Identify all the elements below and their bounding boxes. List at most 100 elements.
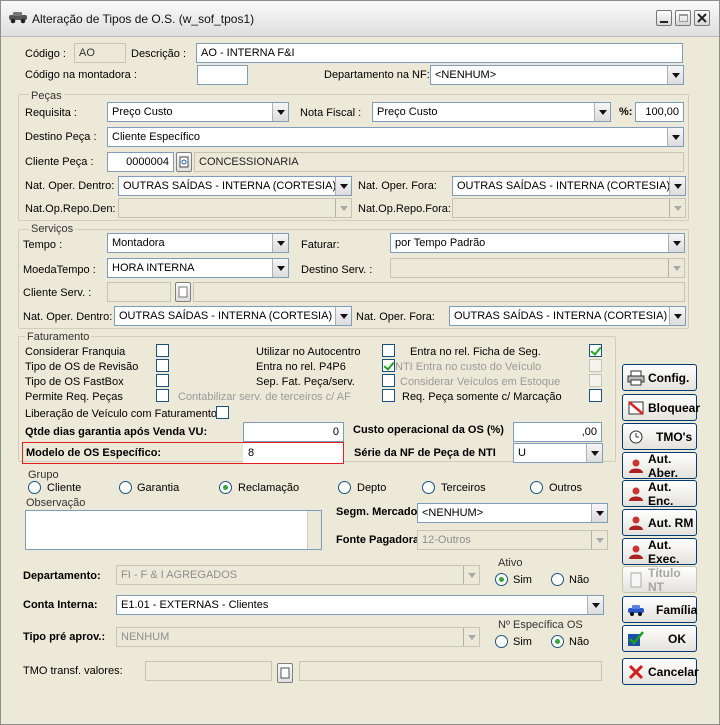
nti-checkbox[interactable] [589,359,602,372]
tmo-lookup-button[interactable] [277,663,293,683]
faturar-value: por Tempo Padrão [395,237,486,249]
liberacao-label: Liberação de Veículo com Faturamento [25,408,218,420]
custo-field[interactable]: ,00 [513,422,602,442]
serie-select[interactable]: U [513,443,603,463]
estoque-checkbox[interactable] [589,374,602,387]
reqpeca2-checkbox[interactable] [589,389,602,402]
titulo-nt-button[interactable]: Título NT [622,565,697,594]
cliente-serv-lookup-button[interactable] [175,282,191,302]
departamento-select[interactable]: FI - F & I AGREGADOS [116,565,480,585]
garantia-field[interactable]: 0 [243,422,344,442]
permite-checkbox[interactable] [156,389,169,402]
ficha-checkbox[interactable] [589,344,602,357]
dropdown-arrow [272,103,288,121]
descricao-field[interactable]: AO - INTERNA F&I [196,43,683,63]
garantia-label: Qtde dias garantia após Venda VU: [25,426,208,438]
cliente-peca-lookup-button[interactable] [176,152,192,172]
lookup-icon [178,286,188,298]
destino-serv-select[interactable] [390,258,685,278]
chevron-down-icon [598,109,607,115]
aut-exec-button[interactable]: Aut. Exec. [622,537,697,566]
repo-fora-select[interactable] [452,198,686,218]
aut-exec-label: Aut. Exec. [648,537,680,566]
cliente-peca-code[interactable]: 0000004 [107,152,174,172]
liberacao-checkbox[interactable] [216,406,229,419]
bloquear-button[interactable]: Bloquear [622,394,700,421]
modelo-field[interactable]: 8 [243,443,343,463]
titulo-nt-label: Título NT [648,565,681,594]
montadora-label: Código na montadora : [25,69,137,81]
serv-nat-fora-select[interactable]: OUTRAS SAÍDAS - INTERNA (CORTESIA) [449,306,686,326]
minimize-button[interactable] [656,10,672,26]
maximize-button[interactable] [675,10,691,26]
grupo-option-outros: Outros [549,482,583,494]
nesp-radio-nao[interactable] [551,635,564,648]
requisita-select[interactable]: Preço Custo [107,102,289,122]
cliente-serv-code[interactable] [107,282,171,302]
fonte-select[interactable]: 12-Outros [417,530,608,550]
nat-fora-select[interactable]: OUTRAS SAÍDAS - INTERNA (CORTESIA) [452,176,686,196]
tmos-button[interactable]: TMO's [622,423,697,450]
nota-fiscal-select[interactable]: Preço Custo [372,102,611,122]
grupo-radio-reclamacao[interactable] [219,481,232,494]
tempo-select[interactable]: Montadora [107,233,289,253]
familia-button[interactable]: Família [622,596,697,623]
descricao-label: Descrição : [131,48,187,60]
grupo-radio-terceiros[interactable] [422,481,435,494]
revisao-checkbox[interactable] [156,359,169,372]
pct-field[interactable]: 100,00 [635,102,684,122]
repo-den-select[interactable] [118,198,352,218]
ok-button[interactable]: OK [622,625,697,652]
destino-peca-select[interactable]: Cliente Específico [107,127,684,147]
serie-label: Série da NF de Peça de NTI [354,447,496,459]
chevron-down-icon [671,134,680,140]
nat-dentro-select[interactable]: OUTRAS SAÍDAS - INTERNA (CORTESIA) [118,176,352,196]
faturar-select[interactable]: por Tempo Padrão [390,233,685,253]
p4p6-checkbox[interactable] [382,359,395,372]
franquia-checkbox[interactable] [156,344,169,357]
serv-nat-dentro-value: OUTRAS SAÍDAS - INTERNA (CORTESIA) [119,310,333,322]
aut-aber-button[interactable]: Aut. Aber. [622,452,697,480]
conta-select[interactable]: E1.01 - EXTERNAS - Clientes [116,595,604,615]
requisita-value: Preço Custo [112,106,173,118]
ativo-radio-nao[interactable] [551,573,564,586]
tipo-select[interactable]: NENHUM [116,627,480,647]
sepfat-checkbox[interactable] [382,374,395,387]
grupo-radio-depto[interactable] [338,481,351,494]
fastbox-checkbox[interactable] [156,374,169,387]
observacao-textarea[interactable] [25,510,322,550]
observacao-scrollbar[interactable] [307,511,321,549]
autocentro-checkbox[interactable] [382,344,395,357]
document-icon [630,572,642,587]
config-button[interactable]: Config. [622,364,697,391]
cancel-icon [628,664,644,679]
franquia-label: Considerar Franquia [25,346,126,358]
grupo-radio-cliente[interactable] [28,481,41,494]
aut-rm-button[interactable]: Aut. RM [622,509,697,536]
close-button[interactable] [694,10,710,26]
aut-enc-button[interactable]: Aut. Enc. [622,480,697,508]
tmo-code-field[interactable] [145,661,272,681]
ativo-radio-sim[interactable] [495,573,508,586]
codigo-field[interactable]: AO [74,43,126,63]
chevron-down-icon [339,205,348,211]
dropdown-arrow [668,234,684,252]
nesp-radio-sim[interactable] [495,635,508,648]
grupo-radio-outros[interactable] [530,481,543,494]
cliente-serv-label: Cliente Serv. : [23,287,92,299]
depto-nf-select[interactable]: <NENHUM> [430,65,684,85]
chevron-down-icon [595,537,604,543]
requisita-label: Requisita : [25,107,77,119]
grupo-radio-garantia[interactable] [119,481,132,494]
faturar-label: Faturar: [301,239,340,251]
serv-nat-dentro-select[interactable]: OUTRAS SAÍDAS - INTERNA (CORTESIA) [114,306,352,326]
check-icon [628,630,644,646]
observacao-label: Observação [26,497,86,509]
montadora-field[interactable] [197,65,248,85]
chevron-down-icon [591,602,600,608]
moeda-select[interactable]: HORA INTERNA [107,258,289,278]
chevron-down-icon [671,72,680,78]
reqpeca-checkbox[interactable] [382,389,395,402]
cancelar-button[interactable]: Cancelar [622,658,699,685]
segm-select[interactable]: <NENHUM> [417,503,608,523]
